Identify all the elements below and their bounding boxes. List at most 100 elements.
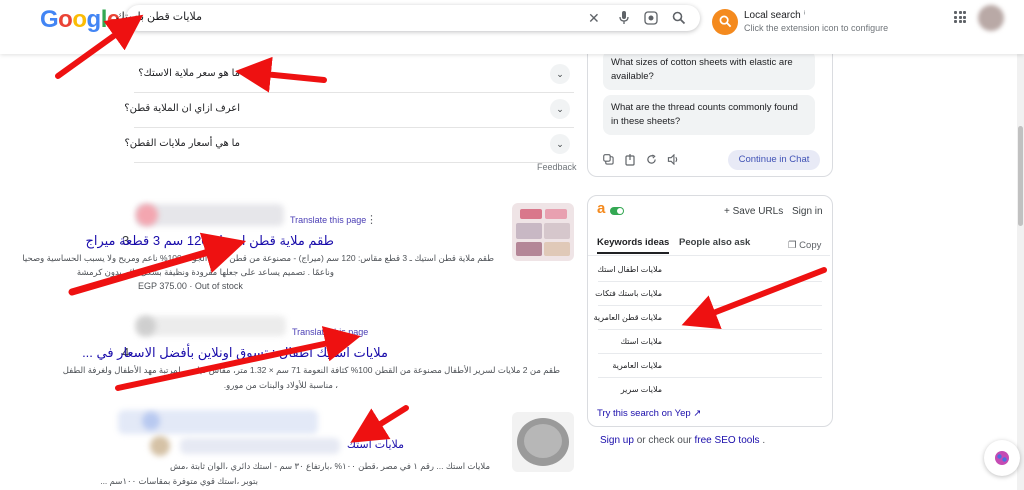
result-snippet: ، مناسبة للأولاد والبنات من مورو. (223, 380, 338, 390)
seo-tools-line: Sign up or check our free SEO tools . (600, 435, 765, 446)
keywords-panel: ملايات اطفال استك ملايات باستك فتكات ملا… (587, 195, 833, 427)
translate-link[interactable]: Translate this page (290, 215, 366, 225)
signup-link[interactable]: Sign up (600, 435, 634, 446)
keyword-item[interactable]: ملايات قطن العامرية (594, 306, 822, 330)
active-tab-underline (597, 252, 669, 254)
assistant-fab[interactable] (984, 440, 1020, 476)
arrow-to-last-title (350, 405, 409, 443)
footer-text: or check our (633, 435, 695, 446)
speaker-icon[interactable] (667, 154, 679, 165)
local-search-title-text: Local search (744, 10, 801, 21)
paa-question-text: اعرف ازاي ان الملاية قطن؟ (124, 103, 240, 114)
translate-link[interactable]: Translate this page (292, 327, 368, 337)
seo-tools-link[interactable]: free SEO tools (695, 435, 760, 446)
tabs-divider (588, 255, 830, 256)
continue-in-chat-button[interactable]: Continue in Chat (728, 150, 820, 170)
tab-keywords-ideas[interactable]: Keywords ideas (597, 237, 669, 248)
keyword-item[interactable]: ملايات اطفال استك (597, 258, 822, 282)
keywords-list: ملايات اطفال استك ملايات باستك فتكات ملا… (588, 258, 832, 401)
scrollbar-thumb[interactable] (1018, 126, 1023, 226)
thumbnail-bed (544, 223, 570, 239)
feedback-link[interactable]: Feedback (537, 162, 577, 172)
result-snippet: بتوبر ،استك قوي متوفرة بمقاسات ١٠٠سم ... (100, 476, 258, 486)
thumbnail-bed (516, 223, 542, 239)
result-title[interactable]: ملايات استك (347, 438, 404, 451)
more-options-icon[interactable]: ⋮ (366, 213, 377, 226)
keyword-item[interactable]: ملايات باستك فتكات (595, 282, 822, 306)
paa-question[interactable]: اعرف ازاي ان الملاية قطن؟ ⌄ (124, 91, 574, 128)
keyword-item[interactable]: ملايات العامرية (598, 354, 822, 378)
search-icon[interactable] (672, 11, 686, 25)
copy-label: Copy (799, 240, 822, 251)
result-snippet: طقم ملاية قطن استيك ـ 3 قطع مقاس: 120 سم… (22, 253, 494, 263)
local-search-title: Local search ⁱ (744, 10, 805, 21)
suggested-question[interactable]: What are the thread counts commonly foun… (603, 95, 815, 135)
blurred-favicon (136, 204, 158, 226)
sign-in-link[interactable]: Sign in (792, 206, 823, 217)
blurred-favicon (150, 436, 170, 456)
keyword-text: ملايات قطن العامرية (593, 313, 662, 322)
blurred-site-info (136, 316, 286, 336)
footer-end: . (759, 435, 766, 446)
keyword-text: ملايات استك (620, 337, 662, 346)
result-snippet: ملايات استك ... رقم ١ في مصر ،قطن ١٠٠% ،… (170, 461, 490, 471)
copy-button[interactable]: ❐ Copy (788, 240, 821, 251)
result-price: EGP 375.00 · Out of stock (138, 281, 243, 291)
result-thumbnail[interactable] (512, 412, 574, 472)
save-urls-button[interactable]: + Save URLs (724, 206, 783, 217)
chevron-down-icon[interactable]: ⌄ (550, 64, 570, 84)
blurred-favicon (136, 316, 156, 336)
extension-toggle[interactable] (610, 207, 624, 215)
logo-letter: G (40, 6, 59, 33)
paa-question-text: ما هو سعر ملاية الاستك؟ (138, 68, 240, 79)
keyword-text: ملايات سرير (620, 385, 662, 394)
keyword-item[interactable]: ملايات سرير (598, 378, 822, 401)
blurred-site-info (180, 438, 340, 454)
keyword-text: ملايات العامرية (612, 361, 662, 370)
avatar[interactable] (978, 5, 1004, 31)
local-search-subtitle: Click the extension icon to configure (744, 23, 889, 33)
result-thumbnail[interactable] (512, 203, 574, 261)
chevron-down-icon[interactable]: ⌄ (550, 134, 570, 154)
share-icon[interactable] (625, 154, 635, 166)
google-logo[interactable]: Google (40, 6, 120, 34)
external-link-icon: ↗ (693, 408, 702, 419)
tab-people-also-ask[interactable]: People also ask (679, 237, 750, 248)
close-icon[interactable]: ✕ (588, 10, 600, 26)
search-header: Google ملايات قطن باستك ✕ Local search ⁱ… (0, 0, 1024, 54)
scrollbar-track[interactable] (1017, 0, 1024, 490)
keyword-text: ملايات اطفال استك (597, 265, 662, 274)
thumbnail-bed-top (520, 209, 542, 219)
logo-letter: g (86, 6, 102, 33)
copy-icon[interactable] (603, 154, 614, 165)
keyword-text: ملايات باستك فتكات (595, 289, 662, 298)
refresh-icon[interactable] (646, 154, 657, 165)
microphone-icon[interactable] (618, 11, 630, 25)
try-yep-label: Try this search on Yep (597, 408, 691, 419)
copy-icon: ❐ (788, 240, 797, 251)
result-snippet: طقم من 2 ملايات لسرير الأطفال مصنوعة من … (62, 365, 560, 375)
search-input[interactable]: ملايات قطن باستك ✕ (116, 5, 700, 31)
try-yep-link[interactable]: Try this search on Yep ↗ (597, 408, 701, 419)
paa-question-text: ما هي أسعار ملايات القطن؟ (124, 138, 240, 149)
search-icon (719, 15, 731, 28)
camera-lens-icon[interactable] (644, 11, 658, 25)
chevron-down-icon[interactable]: ⌄ (550, 99, 570, 119)
paa-question[interactable]: ما هي أسعار ملايات القطن؟ ⌄ (124, 126, 574, 163)
apps-grid-icon[interactable] (954, 11, 966, 23)
logo-letter: o (58, 6, 73, 33)
result-title[interactable]: ملايات استيك اطفال : تسوق اونلاين بأفضل … (82, 345, 388, 361)
local-search-extension-icon[interactable] (712, 9, 738, 35)
suggested-question[interactable]: What sizes of cotton sheets with elastic… (603, 50, 815, 90)
result-snippet: وناعمًا . تصميم يساعد على جعلها مفرودة و… (76, 267, 334, 277)
thumbnail-sheet (524, 424, 562, 458)
thumbnail-bed (544, 242, 570, 256)
blurred-site-info (136, 204, 284, 226)
brain-icon (995, 451, 1009, 465)
logo-letter: o (72, 6, 87, 33)
search-query: ملايات قطن باستك (115, 11, 202, 23)
keyword-item[interactable]: ملايات استك (598, 330, 822, 354)
thumbnail-bed-top (545, 209, 567, 219)
paa-question[interactable]: ما هو سعر ملاية الاستك؟ ⌄ (134, 56, 574, 93)
result-title[interactable]: طقم ملاية قطن استيك 120 سم 3 قطعة ميراج (85, 233, 334, 249)
